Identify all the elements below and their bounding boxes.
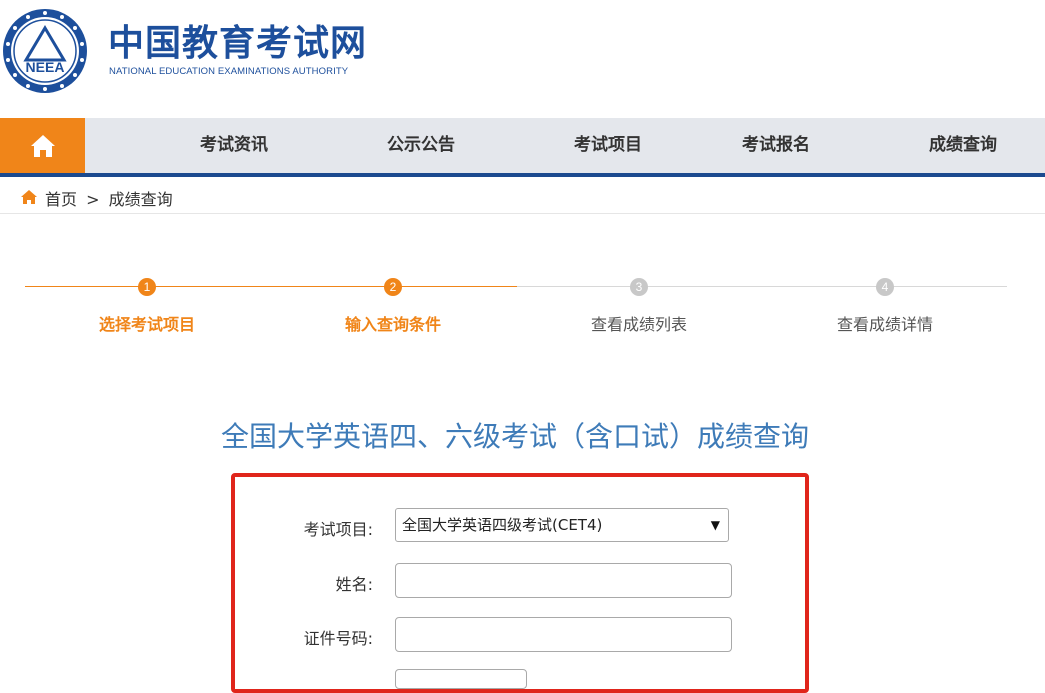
step-1-badge: 1 — [138, 278, 156, 296]
id-number-input[interactable] — [395, 617, 732, 652]
name-input[interactable] — [395, 563, 732, 598]
step-3-badge: 3 — [630, 278, 648, 296]
exam-select-value: 全国大学英语四级考试(CET4) — [402, 516, 603, 534]
nav-item-score-query[interactable]: 成绩查询 — [929, 118, 997, 173]
id-number-label: 证件号码: — [303, 629, 373, 648]
step-4-label: 查看成绩详情 — [836, 315, 933, 334]
exam-select[interactable]: 全国大学英语四级考试(CET4) ▼ — [395, 508, 729, 542]
step-2-label: 输入查询条件 — [344, 315, 441, 334]
step-4-badge: 4 — [876, 278, 894, 296]
breadcrumb-current: 成绩查询 — [108, 190, 173, 209]
nav-item-exams[interactable]: 考试项目 — [574, 118, 642, 173]
exam-label: 考试项目: — [303, 520, 373, 539]
captcha-input[interactable] — [395, 669, 527, 689]
dropdown-arrow-icon: ▼ — [710, 518, 720, 532]
main-nav: 考试资讯 公示公告 考试项目 考试报名 成绩查询 — [0, 118, 1045, 173]
breadcrumb-separator: > — [86, 190, 100, 209]
step-line-active — [25, 286, 517, 287]
page-title: 全国大学英语四、六级考试（含口试）成绩查询 — [220, 420, 809, 453]
step-1-label: 选择考试项目 — [98, 315, 195, 334]
breadcrumb: 首页 > 成绩查询 — [0, 177, 1045, 214]
home-icon[interactable] — [20, 189, 38, 205]
nav-item-registration[interactable]: 考试报名 — [742, 118, 810, 173]
name-label: 姓名: — [335, 575, 373, 594]
step-line-inactive — [517, 286, 1007, 287]
nav-home-button[interactable] — [0, 118, 85, 173]
nav-item-announcements[interactable]: 公示公告 — [387, 118, 455, 173]
neea-emblem-icon[interactable]: NEEA — [2, 8, 88, 94]
site-logo-subtitle: NATIONAL EDUCATION EXAMINATIONS AUTHORIT… — [109, 66, 349, 77]
step-2-badge: 2 — [384, 278, 402, 296]
home-icon — [30, 134, 55, 157]
site-logo-title[interactable]: 中国教育考试网 — [108, 24, 367, 64]
step-3-label: 查看成绩列表 — [590, 315, 687, 334]
site-header: NEEA 中国教育考试网 NATIONAL EDUCATION EXAMINAT… — [0, 0, 1045, 118]
emblem-text: NEEA — [26, 59, 65, 75]
nav-item-news[interactable]: 考试资讯 — [200, 118, 268, 173]
breadcrumb-home-link[interactable]: 首页 — [45, 190, 77, 209]
